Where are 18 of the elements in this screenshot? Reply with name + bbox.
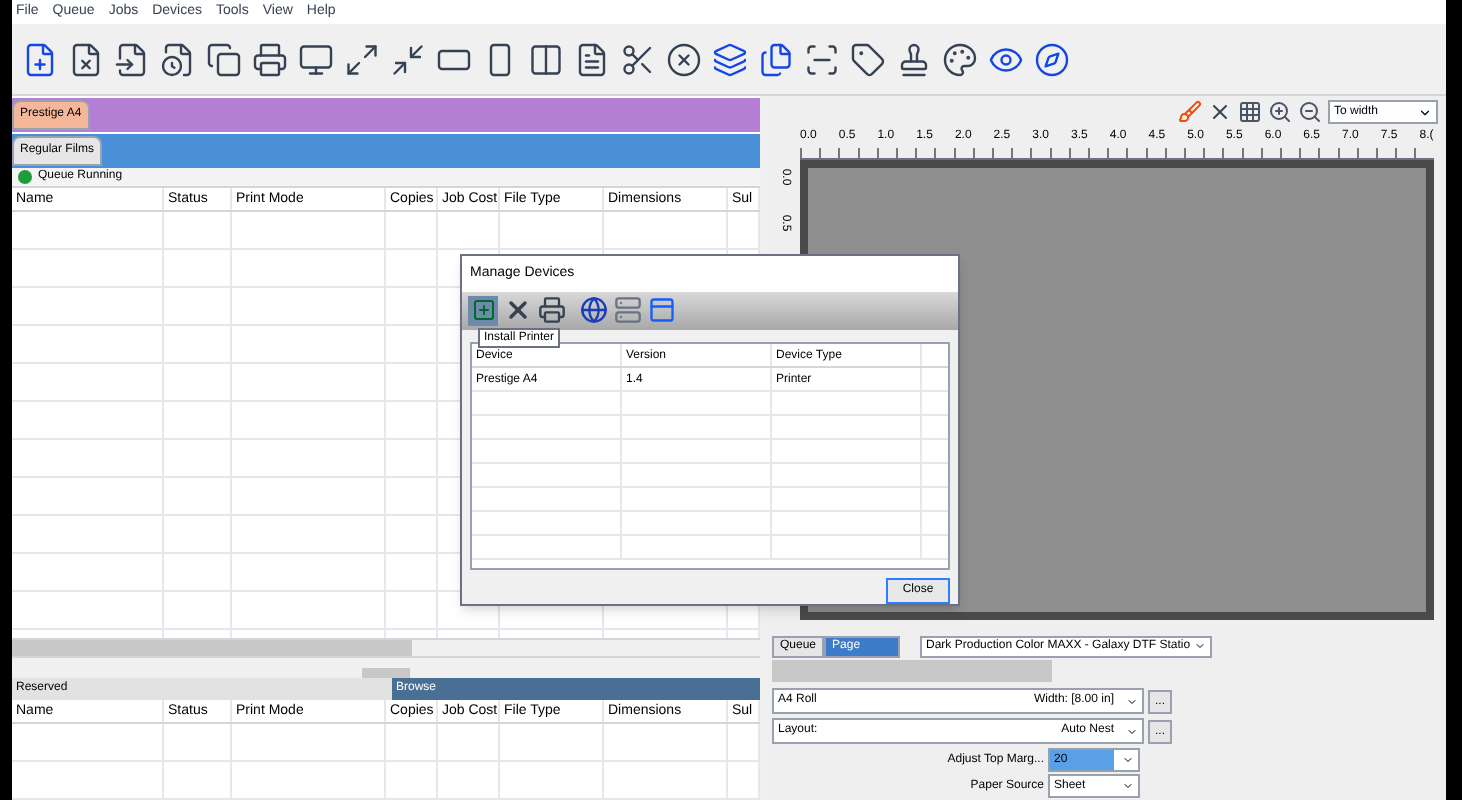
- palette-icon[interactable]: [938, 38, 980, 80]
- globe-icon[interactable]: [580, 296, 608, 325]
- zoom-in-icon[interactable]: [1268, 100, 1292, 124]
- tag-icon[interactable]: [846, 38, 888, 80]
- install-printer-button[interactable]: [468, 295, 498, 326]
- horizontal-scrollbar[interactable]: [12, 638, 760, 658]
- printer-icon[interactable]: [248, 38, 290, 80]
- grid-icon[interactable]: [1238, 100, 1262, 124]
- server-icon[interactable]: [614, 296, 642, 325]
- chevron-icon[interactable]: [1418, 105, 1432, 119]
- copy-icon[interactable]: [202, 38, 244, 80]
- cross-icon[interactable]: [1208, 100, 1232, 124]
- window-icon[interactable]: [648, 296, 676, 325]
- printer-icon[interactable]: [538, 296, 566, 325]
- zoom-out-icon[interactable]: [1298, 100, 1322, 124]
- layers-icon[interactable]: [708, 38, 750, 80]
- compass-icon[interactable]: [1030, 38, 1072, 80]
- cancel-icon[interactable]: [662, 38, 704, 80]
